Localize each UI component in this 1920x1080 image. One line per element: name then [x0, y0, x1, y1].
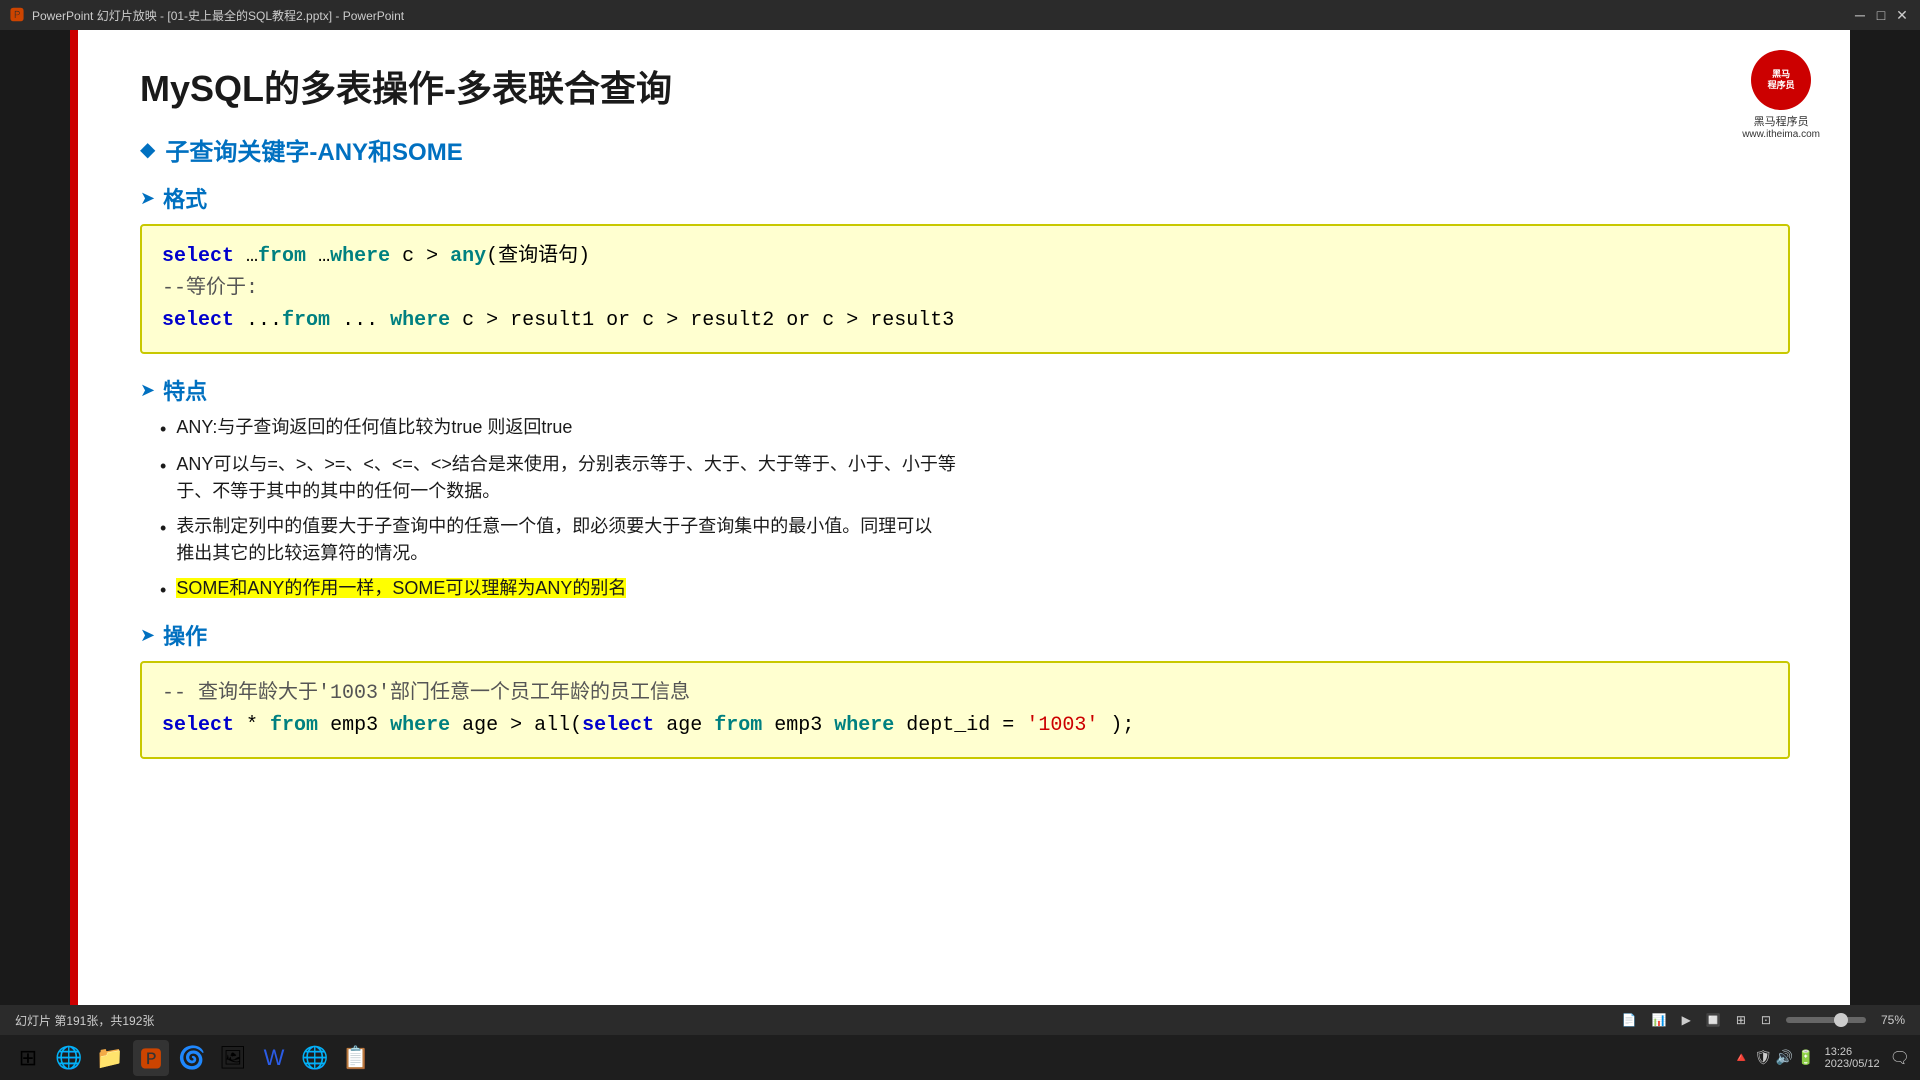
bullet-text-2: ANY可以与=、>、>=、<、<=、<>结合是来使用，分别表示等于、大于、大于等…	[176, 451, 956, 505]
notes-icon[interactable]: 📋	[338, 1040, 374, 1076]
slide-container: 黑马程序员 黑马程序员 www.itheima.com MySQL的多表操作-多…	[70, 30, 1850, 1030]
media-icon[interactable]: 🌀	[174, 1040, 210, 1076]
bullet-dot-2: •	[160, 453, 166, 480]
notification-icon[interactable]: 🗨	[1890, 1048, 1910, 1068]
view-icon-5[interactable]: ⊡	[1761, 1013, 1771, 1027]
code2-line: select * from emp3 where age > all(selec…	[162, 710, 1768, 742]
bullet-list: • ANY:与子查询返回的任何值比较为true 则返回true • ANY可以与…	[160, 414, 1790, 604]
close-button[interactable]: ✕	[1894, 7, 1910, 23]
start-button[interactable]: ⊞	[10, 1040, 46, 1076]
diamond-icon: ◆	[140, 137, 155, 162]
format-subsection: ➤ 格式	[140, 182, 1790, 214]
bullet-text-3: 表示制定列中的值要大于子查询中的任意一个值，即必须要大于子查询集中的最小值。同理…	[176, 513, 932, 567]
title-bar-controls[interactable]: ─ □ ✕	[1852, 7, 1910, 23]
slide-content: 黑马程序员 黑马程序员 www.itheima.com MySQL的多表操作-多…	[70, 30, 1850, 1022]
maximize-button[interactable]: □	[1873, 7, 1889, 23]
title-bar: 🅿 PowerPoint 幻灯片放映 - [01-史上最全的SQL教程2.ppt…	[0, 0, 1920, 30]
code2-comment: -- 查询年龄大于'1003'部门任意一个员工年龄的员工信息	[162, 678, 1768, 710]
view-icon-4[interactable]: ⊞	[1736, 1013, 1746, 1027]
operation-subsection: ➤ 操作	[140, 619, 1790, 651]
code1-line2: select ...from ... where c > result1 or …	[162, 305, 1768, 337]
browser-icon[interactable]: 🌐	[51, 1040, 87, 1076]
view-icon-3[interactable]: 🔲	[1706, 1013, 1721, 1027]
taskbar: ⊞ 🌐 📁 🅿 🌀 🖼 W 🌐 📋 🔺 🛡 🔊 🔋 13:262023/05/1…	[0, 1035, 1920, 1080]
section-title: 子查询关键字-ANY和SOME	[165, 132, 462, 167]
code1-line1: select …from …where c > any(查询语句)	[162, 241, 1768, 273]
slide-count: 幻灯片 第191张，共192张	[15, 1012, 154, 1029]
format-arrow-icon: ➤	[140, 188, 155, 209]
logo-name: 黑马程序员	[1742, 113, 1820, 129]
feature-arrow-icon: ➤	[140, 380, 155, 401]
zoom-level: 75%	[1881, 1013, 1905, 1027]
title-bar-left: 🅿 PowerPoint 幻灯片放映 - [01-史上最全的SQL教程2.ppt…	[10, 5, 404, 25]
play-icon[interactable]: ▶	[1682, 1013, 1691, 1027]
taskbar-icons-right: 🔺 🛡 🔊 🔋	[1733, 1049, 1815, 1066]
logo-area: 黑马程序员 黑马程序员 www.itheima.com	[1742, 50, 1820, 140]
bullet-dot-4: •	[160, 577, 166, 604]
bullet-text-4: SOME和ANY的作用一样，SOME可以理解为ANY的别名	[176, 575, 626, 602]
status-left: 幻灯片 第191张，共192张	[15, 1012, 154, 1029]
system-time: 13:262023/05/12	[1825, 1046, 1880, 1070]
powerpoint-icon[interactable]: 🅿	[133, 1040, 169, 1076]
format-label: 格式	[163, 182, 207, 214]
section-header: ◆ 子查询关键字-ANY和SOME	[140, 132, 1790, 167]
minimize-button[interactable]: ─	[1852, 7, 1868, 23]
list-item: • SOME和ANY的作用一样，SOME可以理解为ANY的别名	[160, 575, 1790, 604]
explorer-icon[interactable]: 📁	[92, 1040, 128, 1076]
photos-icon[interactable]: 🖼	[215, 1040, 251, 1076]
bullet-dot-1: •	[160, 416, 166, 443]
zoom-slider[interactable]	[1786, 1017, 1866, 1023]
zoom-handle[interactable]	[1834, 1013, 1848, 1027]
logo-url: www.itheima.com	[1742, 129, 1820, 140]
status-right: 📄 📊 ▶ 🔲 ⊞ ⊡ 75%	[1622, 1013, 1905, 1027]
view-icon-2[interactable]: 📊	[1652, 1013, 1667, 1027]
word-icon[interactable]: W	[256, 1040, 292, 1076]
operation-arrow-icon: ➤	[140, 625, 155, 646]
code-box-1: select …from …where c > any(查询语句) --等价于:…	[140, 224, 1790, 354]
list-item: • ANY可以与=、>、>=、<、<=、<>结合是来使用，分别表示等于、大于、大…	[160, 451, 1790, 505]
edge-icon[interactable]: 🌐	[297, 1040, 333, 1076]
status-bar: 幻灯片 第191张，共192张 📄 📊 ▶ 🔲 ⊞ ⊡ 75%	[0, 1005, 1920, 1035]
list-item: • ANY:与子查询返回的任何值比较为true 则返回true	[160, 414, 1790, 443]
operation-label: 操作	[163, 619, 207, 651]
code1-comment: --等价于:	[162, 273, 1768, 305]
logo-circle: 黑马程序员	[1751, 50, 1811, 110]
slide-title: MySQL的多表操作-多表联合查询	[140, 60, 1790, 112]
taskbar-right: 🔺 🛡 🔊 🔋 13:262023/05/12 🗨	[1733, 1046, 1910, 1070]
window-title: PowerPoint 幻灯片放映 - [01-史上最全的SQL教程2.pptx]…	[32, 7, 404, 24]
feature-subsection: ➤ 特点	[140, 374, 1790, 406]
code-box-2: -- 查询年龄大于'1003'部门任意一个员工年龄的员工信息 select * …	[140, 661, 1790, 759]
bullet-dot-3: •	[160, 515, 166, 542]
app-icon: 🅿	[10, 5, 24, 25]
bullet-text-1: ANY:与子查询返回的任何值比较为true 则返回true	[176, 414, 572, 441]
list-item: • 表示制定列中的值要大于子查询中的任意一个值，即必须要大于子查询集中的最小值。…	[160, 513, 1790, 567]
view-icon-1[interactable]: 📄	[1622, 1013, 1637, 1027]
feature-label: 特点	[163, 374, 207, 406]
